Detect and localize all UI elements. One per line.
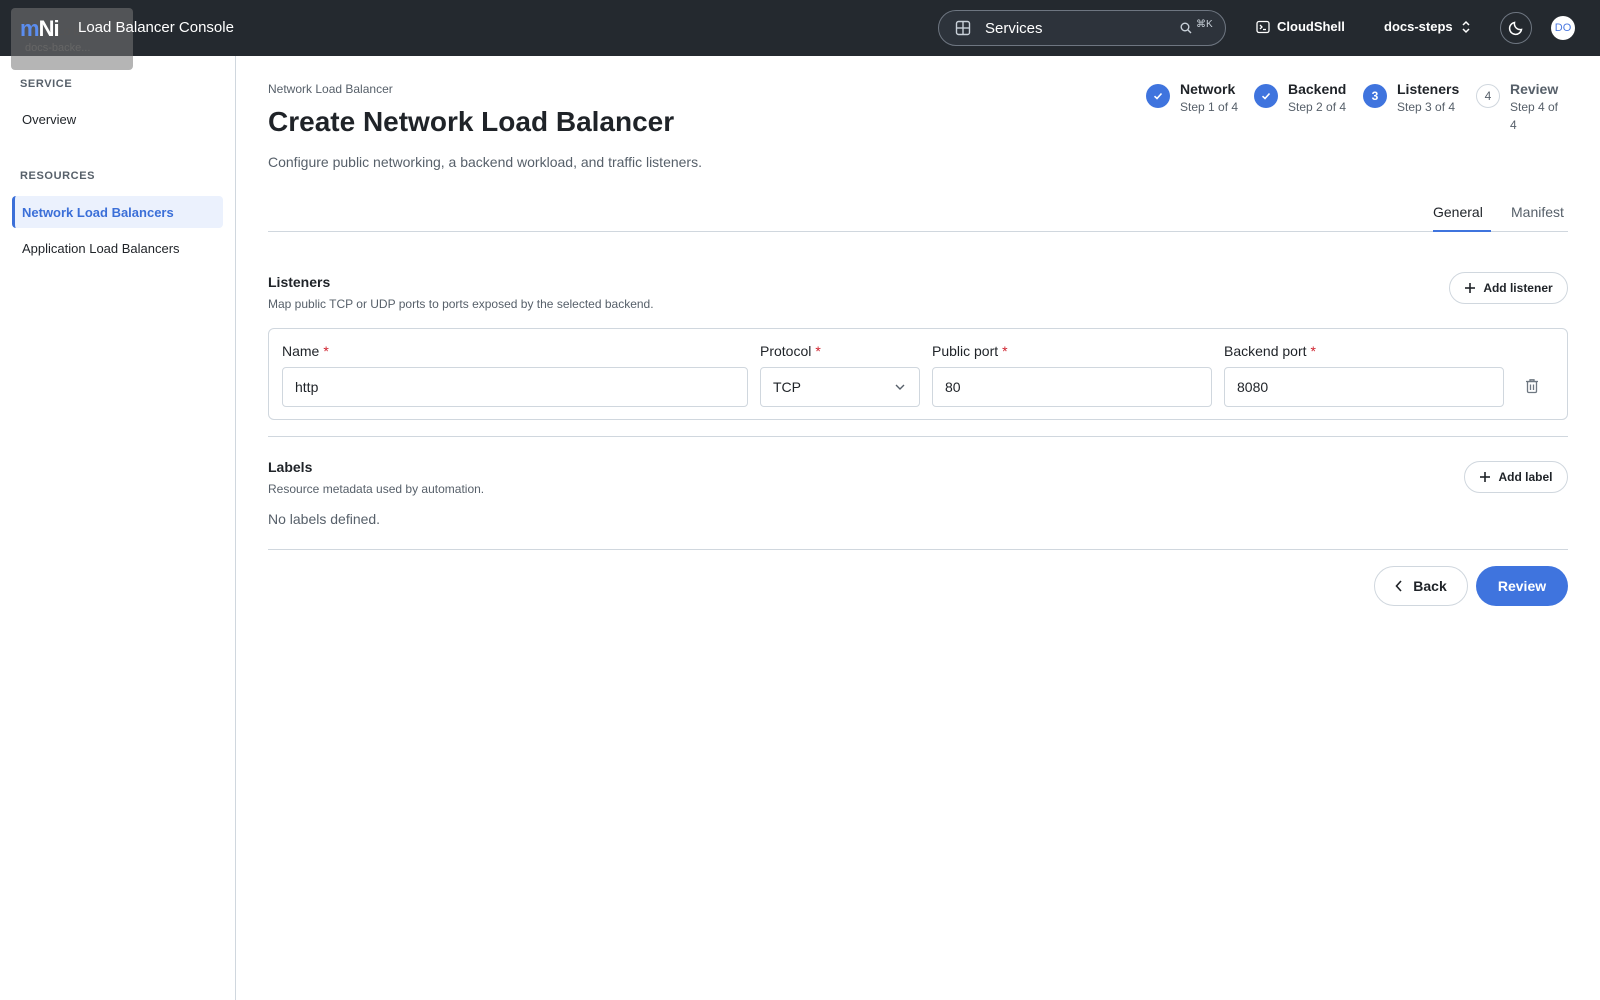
page-subtitle: Configure public networking, a backend w…: [268, 154, 702, 170]
step-subtitle: Step 1 of 4: [1180, 100, 1239, 114]
step-review[interactable]: 4 Review Step 4 of 4: [1476, 80, 1568, 134]
add-label-button[interactable]: Add label: [1464, 461, 1568, 493]
step-title: Listeners: [1397, 81, 1460, 97]
cloudshell-button[interactable]: CloudShell: [1256, 19, 1345, 34]
plus-icon: [1465, 283, 1476, 293]
sidebar-heading-service: SERVICE: [20, 78, 73, 90]
step-title: Review: [1509, 81, 1559, 97]
listeners-description: Map public TCP or UDP ports to ports exp…: [268, 297, 654, 311]
listener-row: Name * http Protocol * TCP Public port * 80…: [268, 328, 1568, 420]
listeners-title: Listeners: [268, 274, 331, 290]
search-label: Services: [985, 20, 1043, 37]
brand-logo[interactable]: m Ni: [20, 16, 60, 42]
check-icon: [1254, 84, 1278, 108]
check-icon: [1146, 84, 1170, 108]
section-divider: [268, 436, 1568, 437]
top-bar: Lo b docs-backe... m Ni Load Balancer Con…: [0, 0, 1600, 70]
project-label: docs-steps: [1384, 19, 1453, 34]
page-title: Create Network Load Balancer: [268, 106, 675, 137]
wizard-stepper: Network Step 1 of 4 Backend Step 2 of 4 …: [1146, 80, 1568, 132]
project-selector[interactable]: docs-steps: [1384, 19, 1471, 34]
step-backend[interactable]: Backend Step 2 of 4: [1254, 80, 1346, 116]
backend-port-input[interactable]: 8080: [1224, 367, 1504, 407]
step-title: Backend: [1288, 81, 1347, 97]
chevron-down-icon: [895, 384, 905, 390]
tooltip-line-2: docs-backe...: [25, 42, 91, 54]
step-subtitle: Step 3 of 4: [1397, 100, 1456, 114]
public-port-label: Public port *: [932, 343, 1008, 359]
review-button[interactable]: Review: [1476, 566, 1568, 606]
footer-divider: [268, 549, 1568, 550]
sidebar-heading-resources: RESOURCES: [20, 170, 96, 182]
active-tab-indicator: [1433, 230, 1491, 232]
tab-bar: General Manifest: [268, 196, 1568, 232]
search-icon: [1180, 22, 1192, 34]
protocol-value: TCP: [773, 379, 801, 395]
chevron-up-down-icon: [1462, 20, 1470, 33]
app-title: Load Balancer Console: [78, 19, 234, 36]
user-avatar[interactable]: DO: [1551, 16, 1575, 40]
cloudshell-label: CloudShell: [1277, 19, 1345, 34]
sidebar: SERVICE Overview RESOURCES Network Load …: [0, 56, 236, 1000]
step-network[interactable]: Network Step 1 of 4: [1146, 80, 1238, 116]
search-shortcut: ⌘K: [1196, 19, 1213, 30]
trash-icon[interactable]: [1525, 378, 1539, 394]
moon-icon: [1508, 21, 1523, 36]
grid-icon: [955, 20, 971, 36]
back-button[interactable]: Back: [1374, 566, 1468, 606]
protocol-select[interactable]: TCP: [760, 367, 920, 407]
tab-general[interactable]: General: [1433, 204, 1483, 220]
add-listener-button[interactable]: Add listener: [1449, 272, 1568, 304]
listener-name-input[interactable]: http: [282, 367, 748, 407]
labels-empty-state: No labels defined.: [268, 511, 381, 527]
theme-toggle-button[interactable]: [1500, 12, 1532, 44]
sidebar-item-application-load-balancers[interactable]: Application Load Balancers: [12, 232, 223, 264]
backend-port-label: Backend port *: [1224, 343, 1316, 359]
sidebar-item-overview[interactable]: Overview: [12, 103, 223, 135]
sidebar-item-network-load-balancers[interactable]: Network Load Balancers: [12, 196, 223, 228]
step-subtitle: Step 4 of 4: [1509, 100, 1559, 132]
labels-description: Resource metadata used by automation.: [268, 482, 485, 496]
step-subtitle: Step 2 of 4: [1288, 100, 1347, 114]
name-label: Name *: [282, 343, 329, 359]
protocol-label: Protocol *: [760, 343, 821, 359]
step-number: 3: [1363, 84, 1387, 108]
step-listeners[interactable]: 3 Listeners Step 3 of 4: [1363, 80, 1459, 116]
terminal-icon: [1256, 20, 1270, 33]
step-title: Network: [1180, 81, 1236, 97]
step-number: 4: [1476, 84, 1500, 108]
services-search[interactable]: Services ⌘K: [938, 10, 1226, 46]
breadcrumb[interactable]: Network Load Balancer: [268, 82, 393, 96]
labels-title: Labels: [268, 459, 313, 475]
tooltip-line-1: Lo b: [57, 24, 81, 38]
tab-manifest[interactable]: Manifest: [1511, 204, 1564, 220]
plus-icon: [1480, 472, 1491, 482]
chevron-left-icon: [1395, 580, 1402, 592]
public-port-input[interactable]: 80: [932, 367, 1212, 407]
